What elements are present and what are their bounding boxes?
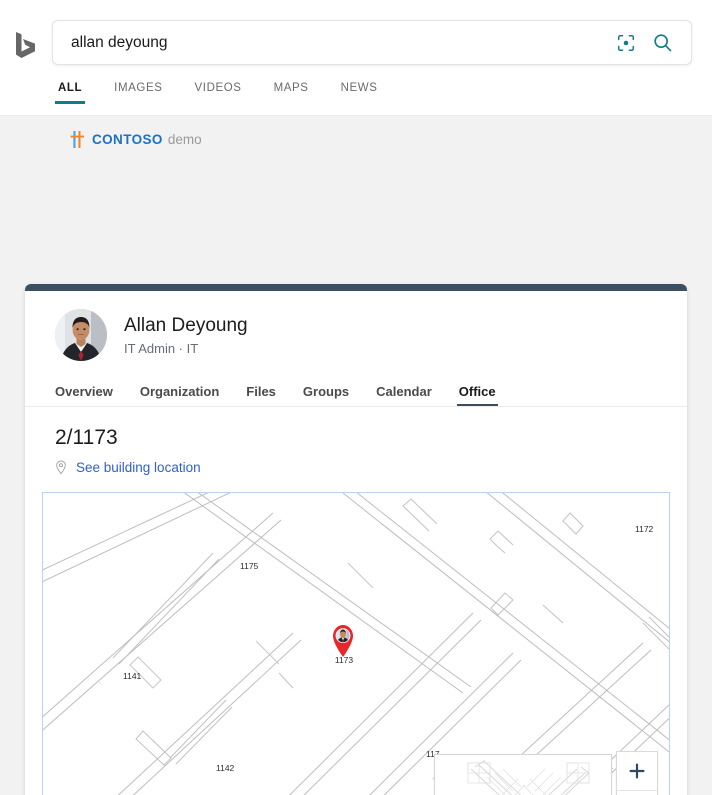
tab-calendar[interactable]: Calendar <box>376 384 432 406</box>
zoom-in-button[interactable] <box>617 752 657 790</box>
floor-map-lines <box>43 493 669 795</box>
avatar <box>55 309 107 361</box>
contoso-name: CONTOSO <box>92 131 163 147</box>
tab-groups[interactable]: Groups <box>303 384 349 406</box>
person-card-tabs: Overview Organization Files Groups Calen… <box>25 371 687 407</box>
search-box[interactable] <box>52 20 692 65</box>
see-building-location-link[interactable]: See building location <box>76 460 201 475</box>
nav-tab-images[interactable]: IMAGES <box>114 76 162 104</box>
contoso-logo-mark <box>70 130 86 149</box>
zoom-out-button[interactable] <box>617 790 657 795</box>
top-search-bar <box>0 0 712 76</box>
building-location-row[interactable]: See building location <box>55 460 687 475</box>
nav-tab-news[interactable]: NEWS <box>341 76 378 104</box>
bing-logo[interactable] <box>8 28 42 62</box>
room-label: 1172 <box>635 524 654 534</box>
office-section: 2/1173 See building location <box>25 407 687 475</box>
room-label: 1141 <box>123 671 142 681</box>
tab-files[interactable]: Files <box>246 384 276 406</box>
search-input[interactable] <box>53 21 615 64</box>
room-number: 2/1173 <box>55 426 118 449</box>
room-label: 1175 <box>240 561 259 571</box>
tab-organization[interactable]: Organization <box>140 384 219 406</box>
contoso-suffix: demo <box>167 131 202 147</box>
person-subtitle: IT Admin · IT <box>124 341 199 356</box>
location-pin-icon <box>55 460 67 475</box>
map-controls <box>616 751 658 795</box>
tenant-brand-row: CONTOSO demo <box>0 116 712 162</box>
tab-overview[interactable]: Overview <box>55 384 113 406</box>
search-icon[interactable] <box>651 32 673 54</box>
person-card: Allan Deyoung IT Admin · IT Overview Org… <box>25 284 687 795</box>
nav-tab-videos[interactable]: VIDEOS <box>195 76 242 104</box>
person-name: Allan Deyoung <box>124 315 248 336</box>
results-page: CONTOSO demo Allan Deyoung IT Admin · IT… <box>0 116 712 795</box>
result-nav-tabs: ALL IMAGES VIDEOS MAPS NEWS <box>0 76 712 116</box>
map-pin-label: 1173 <box>334 655 354 665</box>
nav-tab-all[interactable]: ALL <box>54 76 86 104</box>
person-header: Allan Deyoung IT Admin · IT <box>25 291 687 363</box>
floor-map[interactable]: 1172 1175 1141 1142 1143 117 <box>42 492 670 795</box>
visual-search-icon[interactable] <box>615 32 637 54</box>
tab-office[interactable]: Office <box>456 384 498 406</box>
room-label: 1142 <box>216 763 235 773</box>
card-accent-bar <box>25 284 687 291</box>
minimap-overview[interactable] <box>434 754 612 795</box>
nav-tab-maps[interactable]: MAPS <box>274 76 309 104</box>
